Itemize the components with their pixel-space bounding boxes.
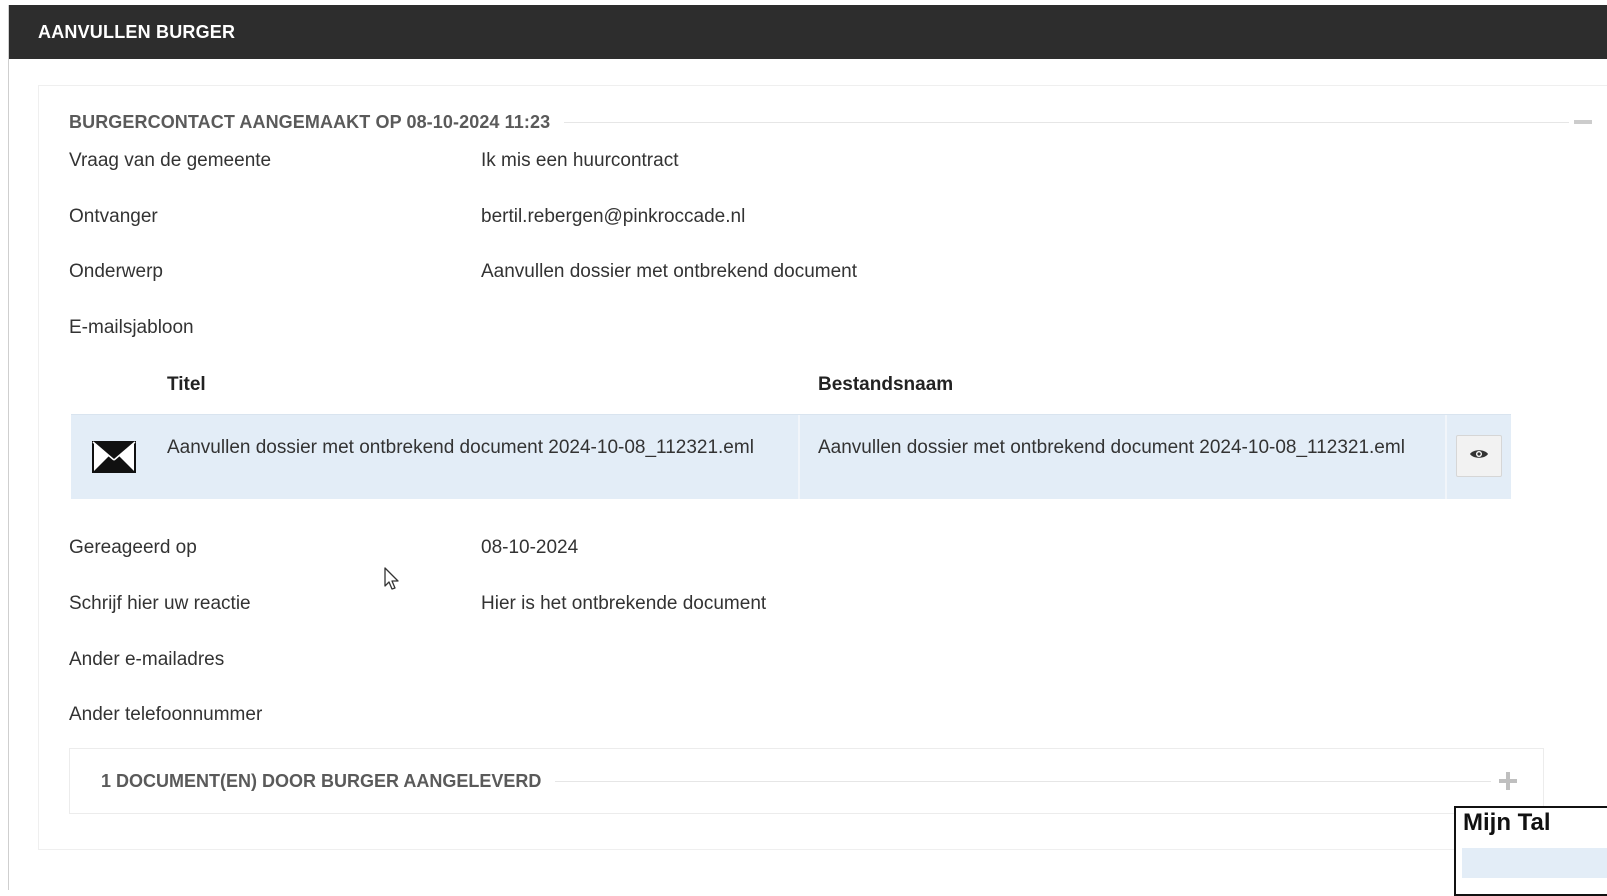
- table-row[interactable]: Aanvullen dossier met ontbrekend documen…: [71, 414, 1511, 499]
- envelope-icon: [71, 415, 157, 499]
- field-label: Vraag van de gemeente: [69, 150, 272, 171]
- field-gereageerd: Gereageerd op 08-10-2024: [69, 537, 1469, 563]
- page-title: AANVULLEN BURGER: [38, 22, 236, 42]
- field-value: Aanvullen dossier met ontbrekend documen…: [481, 261, 858, 282]
- section-title-row: BURGERCONTACT AANGEMAAKT OP 08-10-2024 1…: [69, 110, 1569, 134]
- field-label: Gereageerd op: [69, 537, 197, 558]
- field-value: Hier is het ontbrekende document: [481, 593, 767, 614]
- field-label: Ontvanger: [69, 206, 158, 227]
- field-value: Ik mis een huurcontract: [481, 150, 679, 171]
- burgercontact-panel: BURGERCONTACT AANGEMAAKT OP 08-10-2024 1…: [38, 85, 1607, 850]
- documents-title: 1 DOCUMENT(EN) DOOR BURGER AANGELEVERD: [101, 770, 542, 791]
- field-label: Onderwerp: [69, 261, 163, 282]
- expand-button[interactable]: [1499, 772, 1517, 790]
- column-header-filename: Bestandsnaam: [818, 374, 954, 395]
- eye-icon: [1469, 447, 1489, 465]
- main-window: AANVULLEN BURGER BURGERCONTACT AANGEMAAK…: [8, 5, 1607, 890]
- field-ander-telefoonnummer: Ander telefoonnummer: [69, 704, 1469, 730]
- field-label: Ander e-mailadres: [69, 649, 225, 670]
- page-header: AANVULLEN BURGER: [9, 5, 1607, 59]
- column-divider: [798, 415, 800, 499]
- documents-panel: 1 DOCUMENT(EN) DOOR BURGER AANGELEVERD: [69, 748, 1544, 814]
- title-divider: [555, 780, 1491, 782]
- attachment-title: Aanvullen dossier met ontbrekend documen…: [167, 437, 754, 458]
- attachment-table: Titel Bestandsnaam Aanvullen dossier met…: [71, 368, 1511, 499]
- field-ander-emailadres: Ander e-mailadres: [69, 649, 1469, 675]
- field-emailsjabloon: E-mailsjabloon: [69, 317, 1469, 343]
- view-attachment-button[interactable]: [1456, 435, 1502, 477]
- field-ontvanger: Ontvanger bertil.rebergen@pinkroccade.nl: [69, 206, 1469, 232]
- column-header-title: Titel: [167, 374, 206, 395]
- popup-title: Mijn Tal: [1463, 809, 1551, 836]
- field-onderwerp: Onderwerp Aanvullen dossier met ontbreke…: [69, 261, 1469, 287]
- field-label: Ander telefoonnummer: [69, 704, 263, 725]
- table-header: Titel Bestandsnaam: [71, 368, 1511, 414]
- field-label: Schrijf hier uw reactie: [69, 593, 251, 614]
- section-title: BURGERCONTACT AANGEMAAKT OP 08-10-2024 1…: [69, 111, 551, 132]
- popup-content-bar: [1462, 848, 1607, 878]
- attachment-filename: Aanvullen dossier met ontbrekend documen…: [818, 437, 1405, 458]
- title-divider: [564, 121, 1569, 123]
- field-value: 08-10-2024: [481, 537, 579, 558]
- field-value: bertil.rebergen@pinkroccade.nl: [481, 206, 746, 227]
- mouse-cursor-icon: [384, 567, 400, 596]
- mijn-taken-popup[interactable]: Mijn Tal: [1454, 806, 1607, 896]
- field-vraag: Vraag van de gemeente Ik mis een huurcon…: [69, 150, 1469, 176]
- collapse-button[interactable]: [1574, 120, 1592, 124]
- column-divider: [1445, 415, 1447, 499]
- field-label: E-mailsjabloon: [69, 317, 194, 338]
- field-reactie: Schrijf hier uw reactie Hier is het ontb…: [69, 593, 1469, 619]
- documents-title-row: 1 DOCUMENT(EN) DOOR BURGER AANGELEVERD: [101, 769, 1491, 793]
